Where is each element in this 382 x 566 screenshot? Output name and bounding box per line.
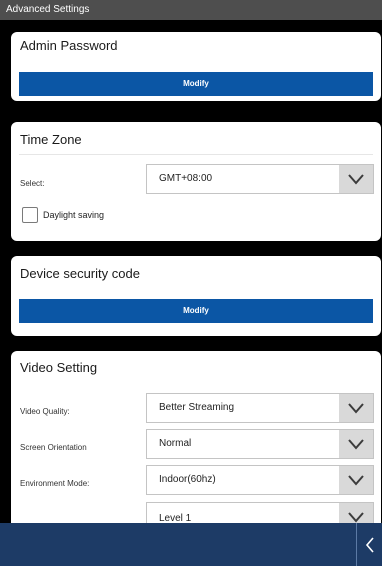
chevron-down-icon bbox=[339, 394, 373, 422]
back-button[interactable] bbox=[356, 523, 382, 566]
settings-scroll-area[interactable]: Admin Password Modify Time Zone Select: … bbox=[0, 20, 382, 523]
environment-mode-value: Indoor(60hz) bbox=[159, 474, 216, 485]
chevron-down-icon bbox=[339, 466, 373, 494]
daylight-saving-checkbox[interactable] bbox=[22, 207, 38, 223]
video-quality-value: Better Streaming bbox=[159, 402, 235, 413]
chevron-down-icon bbox=[339, 430, 373, 458]
video-quality-label: Video Quality: bbox=[20, 407, 70, 416]
modify-security-code-button[interactable]: Modify bbox=[19, 299, 373, 323]
title-bar: Advanced Settings bbox=[0, 0, 382, 20]
time-zone-select-value: GMT+08:00 bbox=[159, 173, 213, 184]
bottom-navigation-bar bbox=[0, 523, 382, 566]
time-zone-divider bbox=[19, 154, 373, 155]
time-zone-card: Time Zone Select: GMT+08:00 Daylight sav… bbox=[11, 122, 381, 241]
admin-password-card: Admin Password Modify bbox=[11, 32, 381, 101]
video-quality-select[interactable]: Better Streaming bbox=[146, 393, 374, 423]
environment-mode-label: Environment Mode: bbox=[20, 479, 90, 488]
time-zone-select[interactable]: GMT+08:00 bbox=[146, 164, 374, 194]
time-zone-title: Time Zone bbox=[20, 132, 82, 147]
environment-mode-select[interactable]: Indoor(60hz) bbox=[146, 465, 374, 495]
device-security-title: Device security code bbox=[20, 266, 140, 281]
modify-admin-password-button[interactable]: Modify bbox=[19, 72, 373, 96]
daylight-saving-label: Daylight saving bbox=[43, 210, 105, 220]
partial-setting-select[interactable]: Level 1 bbox=[146, 502, 374, 523]
window-title: Advanced Settings bbox=[6, 4, 90, 15]
time-zone-select-label: Select: bbox=[20, 179, 45, 188]
screen-orientation-value: Normal bbox=[159, 438, 192, 449]
partial-setting-value: Level 1 bbox=[159, 513, 192, 523]
video-setting-card: Video Setting Video Quality: Better Stre… bbox=[11, 351, 381, 523]
device-security-card: Device security code Modify bbox=[11, 256, 381, 336]
screen-orientation-label: Screen Orientation bbox=[20, 443, 87, 452]
chevron-down-icon bbox=[339, 165, 373, 193]
chevron-left-icon bbox=[365, 537, 374, 553]
screen-orientation-select[interactable]: Normal bbox=[146, 429, 374, 459]
admin-password-title: Admin Password bbox=[20, 38, 118, 53]
video-setting-title: Video Setting bbox=[20, 360, 98, 375]
chevron-down-icon bbox=[339, 503, 373, 523]
